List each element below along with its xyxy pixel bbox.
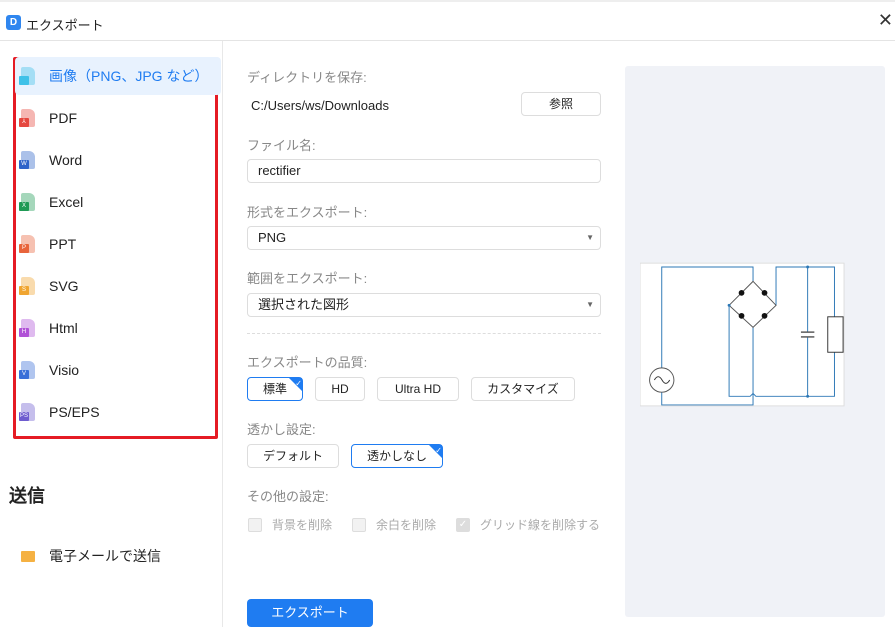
filename-input[interactable]: rectifier	[247, 159, 601, 183]
quality-label: エクスポートの品質:	[247, 355, 368, 370]
watermark-label: 透かし設定:	[247, 422, 316, 437]
format-item-html[interactable]: H Html	[15, 309, 221, 347]
file-icon: PS	[19, 403, 35, 421]
export-button[interactable]: エクスポート	[247, 599, 373, 627]
file-icon: ⅄	[19, 109, 35, 127]
file-icon: H	[19, 319, 35, 337]
caret-down-icon: ▼	[586, 233, 594, 242]
email-send-label: 電子メールで送信	[49, 548, 161, 564]
format-item-pdf[interactable]: ⅄ PDF	[15, 99, 221, 137]
close-icon[interactable]: ✕	[878, 10, 893, 31]
file-icon: X	[19, 193, 35, 211]
range-value: 選択された図形	[258, 297, 350, 312]
file-icon	[19, 67, 35, 85]
range-label: 範囲をエクスポート:	[247, 271, 368, 286]
format-label: Excel	[49, 194, 84, 210]
format-label: Html	[49, 320, 78, 336]
watermark-none-button[interactable]: 透かしなし ✓	[351, 444, 443, 468]
browse-button[interactable]: 参照	[521, 92, 601, 116]
watermark-default-button[interactable]: デフォルト	[247, 444, 339, 468]
format-label: Word	[49, 152, 83, 168]
file-icon: S	[19, 277, 35, 295]
format-label: PDF	[49, 110, 77, 126]
format-value: PNG	[258, 230, 287, 245]
format-item-svg[interactable]: S SVG	[15, 267, 221, 305]
title-bar: D エクスポート ✕	[0, 0, 895, 41]
quality-hd-button[interactable]: HD	[315, 377, 365, 401]
format-label: SVG	[49, 278, 79, 294]
format-label: PPT	[49, 236, 77, 252]
format-item-ppt[interactable]: P PPT	[15, 225, 221, 263]
format-select[interactable]: PNG ▼	[247, 226, 601, 250]
format-label: 画像（PNG、JPG など）	[49, 68, 209, 84]
format-item-visio[interactable]: V Visio	[15, 351, 221, 389]
quality-custom-button[interactable]: カスタマイズ	[471, 377, 575, 401]
app-logo-icon: D	[6, 15, 21, 30]
format-item-pseps[interactable]: PS PS/EPS	[15, 393, 221, 431]
remove-grid-checkbox[interactable]: ✓ グリッド線を削除する	[456, 516, 600, 533]
divider	[247, 333, 601, 334]
circuit-preview-image	[640, 262, 845, 407]
file-icon: V	[19, 361, 35, 379]
dir-value: C:/Users/ws/Downloads	[251, 98, 389, 113]
preview-panel	[625, 66, 885, 617]
file-icon: W	[19, 151, 35, 169]
send-heading: 送信	[9, 486, 45, 506]
range-select[interactable]: 選択された図形 ▼	[247, 293, 601, 317]
caret-down-icon: ▼	[586, 300, 594, 309]
format-item-word[interactable]: W Word	[15, 141, 221, 179]
mail-icon	[21, 550, 35, 562]
check-icon: ✓	[435, 446, 442, 455]
file-icon: P	[19, 235, 35, 253]
format-label: PS/EPS	[49, 404, 100, 420]
format-label: 形式をエクスポート:	[247, 205, 368, 220]
quality-ultrahd-button[interactable]: Ultra HD	[377, 377, 459, 401]
filename-label: ファイル名:	[247, 138, 316, 153]
quality-standard-button[interactable]: 標準 ✓	[247, 377, 303, 401]
other-settings-label: その他の設定:	[247, 489, 329, 504]
remove-margin-checkbox[interactable]: 余白を削除	[352, 516, 436, 533]
format-item-image[interactable]: 画像（PNG、JPG など）	[15, 57, 221, 95]
window-title: エクスポート	[26, 18, 104, 33]
format-item-excel[interactable]: X Excel	[15, 183, 221, 221]
format-sidebar: 画像（PNG、JPG など） ⅄ PDF W Word X Excel P PPT S SVG H Ht…	[0, 41, 223, 627]
remove-background-checkbox[interactable]: 背景を削除	[248, 516, 332, 533]
dir-label: ディレクトリを保存:	[247, 70, 367, 85]
email-send-item[interactable]: 電子メールで送信	[21, 546, 161, 566]
format-label: Visio	[49, 362, 80, 378]
check-icon: ✓	[295, 379, 302, 388]
